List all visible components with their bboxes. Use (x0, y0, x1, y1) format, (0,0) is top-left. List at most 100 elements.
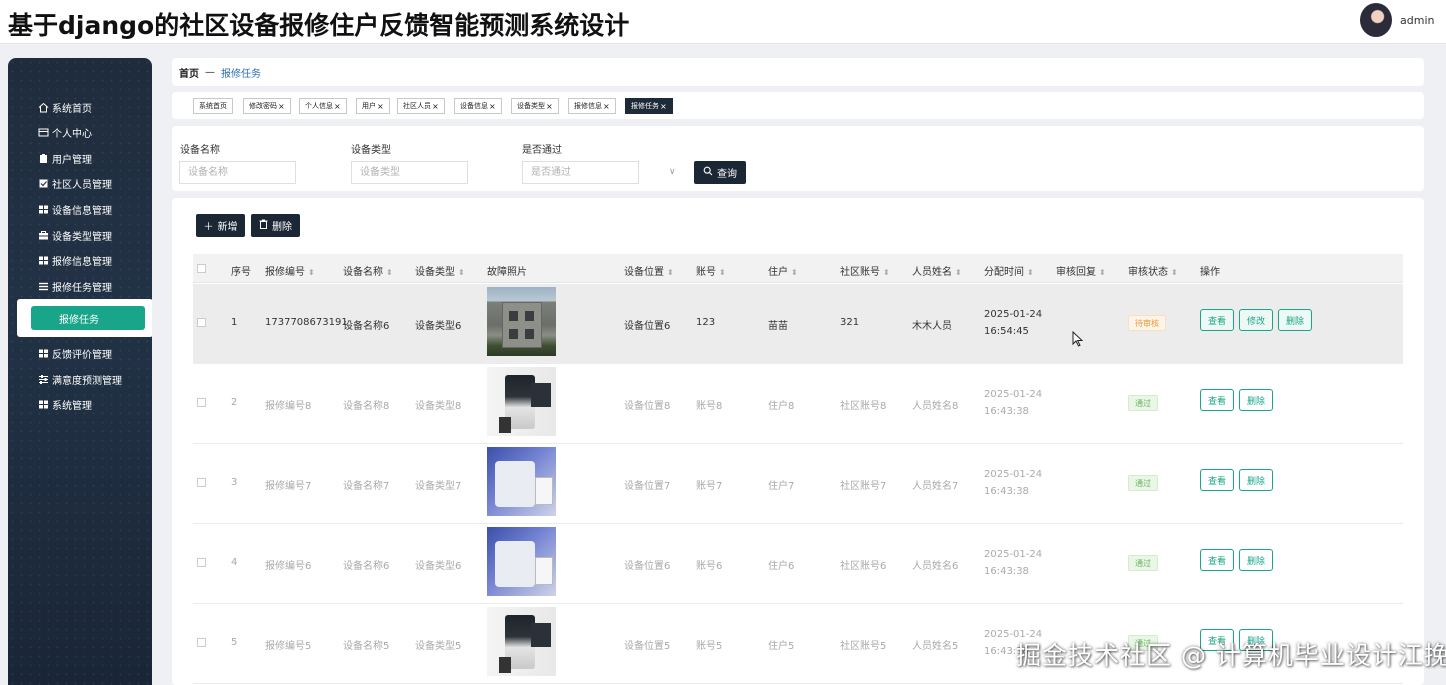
cell-account: 账号7 (696, 481, 723, 492)
status-badge: 通过 (1128, 475, 1158, 491)
delete-row-button[interactable]: 删除 (1239, 469, 1274, 491)
view-button[interactable]: 查看 (1200, 549, 1235, 571)
row-checkbox[interactable] (197, 478, 206, 487)
close-icon[interactable]: × (278, 102, 285, 111)
sort-icon: ⬍ (1027, 268, 1034, 277)
col-status[interactable]: 审核状态 ⬍ (1128, 263, 1178, 278)
cell-person: 人员姓名7 (912, 481, 959, 492)
sort-icon: ⬍ (1171, 268, 1178, 277)
fault-photo[interactable] (487, 527, 556, 596)
col-name[interactable]: 设备名称 ⬍ (343, 263, 393, 278)
sidebar-item-satisfaction[interactable]: 满意度预测管理 (38, 369, 122, 389)
fault-photo[interactable] (487, 447, 556, 516)
cell-location: 设备位置5 (624, 641, 671, 652)
delete-button[interactable]: 删除 (251, 214, 300, 237)
tab-label: 报修信息 (574, 102, 602, 110)
delete-row-button[interactable]: 删除 (1239, 389, 1274, 411)
sidebar-item-device-type[interactable]: 设备类型管理 (38, 225, 112, 245)
col-time[interactable]: 分配时间 ⬍ (984, 263, 1034, 278)
table-row[interactable]: 2 报修编号8 设备名称8 设备类型8 设备位置8 账号8 住户8 社区账号8 … (193, 364, 1403, 444)
fault-photo[interactable] (487, 607, 556, 676)
fault-photo[interactable] (487, 367, 556, 436)
row-checkbox[interactable] (197, 638, 206, 647)
cell-location: 设备位置8 (624, 401, 671, 412)
view-button[interactable]: 查看 (1200, 389, 1235, 411)
cell-code: 报修编号6 (265, 561, 312, 572)
edit-button[interactable]: 修改 (1239, 309, 1274, 331)
sidebar-item-feedback[interactable]: 反馈评价管理 (38, 343, 112, 363)
breadcrumb-current: 报修任务 (221, 68, 261, 80)
tab-change-password[interactable]: 修改密码 × (243, 98, 291, 114)
close-icon[interactable]: × (334, 102, 341, 111)
tab-users[interactable]: 用户 × (356, 98, 390, 114)
view-button[interactable]: 查看 (1200, 309, 1235, 331)
col-account[interactable]: 账号 ⬍ (696, 263, 726, 278)
col-type[interactable]: 设备类型 ⬍ (415, 263, 465, 278)
tab-personal-info[interactable]: 个人信息 × (299, 98, 347, 114)
table-row[interactable]: 4 报修编号6 设备名称6 设备类型6 设备位置6 账号6 住户6 社区账号6 … (193, 524, 1403, 604)
breadcrumb-separator: — (205, 66, 215, 78)
cell-code: 报修编号8 (265, 401, 312, 412)
fault-photo[interactable] (487, 287, 556, 356)
delete-row-button[interactable]: 删除 (1278, 309, 1313, 331)
cell-resident: 住户5 (768, 641, 795, 652)
plus-icon: ＋ (203, 222, 214, 233)
cell-person: 人员姓名5 (912, 641, 959, 652)
approved-select[interactable] (522, 161, 639, 184)
cell-name: 设备名称6 (343, 561, 390, 572)
row-checkbox[interactable] (197, 558, 206, 567)
device-name-input[interactable] (179, 161, 296, 184)
delete-row-button[interactable]: 删除 (1239, 549, 1274, 571)
avatar[interactable] (1360, 3, 1392, 37)
col-code[interactable]: 报修编号 ⬍ (265, 263, 315, 278)
tab-repair-info[interactable]: 报修信息 × (568, 98, 616, 114)
row-checkbox[interactable] (197, 398, 206, 407)
col-location[interactable]: 设备位置 ⬍ (624, 263, 674, 278)
tab-community-staff[interactable]: 社区人员 × (397, 98, 445, 114)
sidebar-item-repair-task[interactable]: 报修任务 (31, 306, 145, 330)
close-icon[interactable]: × (546, 102, 553, 111)
tab-repair-task[interactable]: 报修任务 × (625, 98, 673, 114)
username[interactable]: admin (1400, 14, 1434, 27)
sidebar-item-profile[interactable]: 个人中心 (38, 122, 92, 142)
row-checkbox[interactable] (197, 318, 206, 327)
col-person[interactable]: 人员姓名 ⬍ (912, 263, 962, 278)
sidebar-item-repair-info[interactable]: 报修信息管理 (38, 250, 112, 270)
close-icon[interactable]: × (603, 102, 610, 111)
sidebar-item-users[interactable]: 用户管理 (38, 148, 92, 168)
sidebar-item-repair-task-management[interactable]: 报修任务管理 (38, 276, 112, 296)
select-all-checkbox[interactable] (197, 264, 206, 273)
sort-icon: ⬍ (719, 268, 726, 277)
table-row[interactable]: 1 1737708673191 设备名称6 设备类型6 设备位置6 123 苗苗… (193, 284, 1403, 364)
sidebar-item-home[interactable]: 系统首页 (38, 97, 92, 117)
tab-device-info[interactable]: 设备信息 × (454, 98, 502, 114)
cell-no: 2 (231, 397, 238, 408)
col-reply[interactable]: 审核回复 ⬍ (1056, 263, 1106, 278)
close-icon[interactable]: × (660, 102, 667, 111)
tab-device-type[interactable]: 设备类型 × (511, 98, 559, 114)
table-row[interactable]: 3 报修编号7 设备名称7 设备类型7 设备位置7 账号7 住户7 社区账号7 … (193, 444, 1403, 524)
close-icon[interactable]: × (489, 102, 496, 111)
sidebar-item-community-staff[interactable]: 社区人员管理 (38, 173, 112, 193)
cell-name: 设备名称8 (343, 401, 390, 412)
view-button[interactable]: 查看 (1200, 469, 1235, 491)
breadcrumb-home[interactable]: 首页 (179, 65, 199, 80)
add-button[interactable]: ＋新增 (196, 214, 245, 237)
sidebar-item-system[interactable]: 系统管理 (38, 394, 92, 414)
cell-type: 设备类型7 (415, 481, 462, 492)
tab-home[interactable]: 系统首页 (193, 98, 233, 114)
sidebar-item-device-info[interactable]: 设备信息管理 (38, 199, 112, 219)
device-type-input[interactable] (351, 161, 468, 184)
chevron-down-icon[interactable]: ∨ (669, 167, 676, 177)
query-button[interactable]: 查询 (694, 161, 746, 184)
cell-account: 账号8 (696, 401, 723, 412)
cell-no: 1 (231, 317, 238, 328)
sort-icon: ⬍ (791, 268, 798, 277)
col-resident[interactable]: 住户 ⬍ (768, 263, 798, 278)
col-community-account[interactable]: 社区账号 ⬍ (840, 263, 890, 278)
cell-name: 设备名称6 (343, 321, 390, 332)
cell-account: 账号5 (696, 641, 723, 652)
close-icon[interactable]: × (432, 102, 439, 111)
tabs-bar: 系统首页 修改密码 × 个人信息 × 用户 × 社区人员 × 设备信息 × 设备类型 × 报… (172, 92, 1424, 119)
close-icon[interactable]: × (377, 102, 384, 111)
